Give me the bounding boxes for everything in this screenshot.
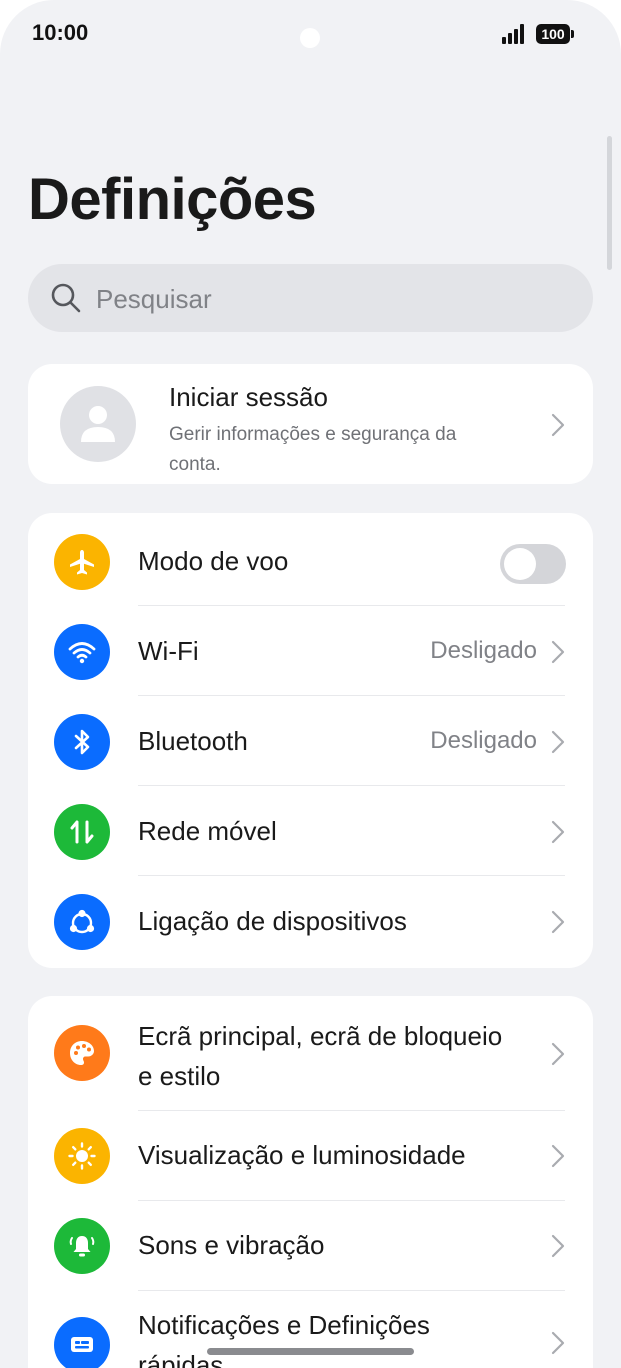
settings-row-notifications[interactable]: Notificações e Definições rápidas: [28, 1291, 593, 1368]
search-input[interactable]: Pesquisar: [28, 264, 593, 332]
bluetooth-status: Desligado: [430, 727, 537, 754]
sounds-vibration-label: Sons e vibração: [138, 1230, 325, 1260]
chevron-right-icon: [551, 910, 565, 934]
settings-screen: 10:00 100 Definições Pesquisar Iniciar s…: [0, 0, 621, 1368]
person-icon: [81, 406, 115, 442]
account-title: Iniciar sessão: [169, 382, 328, 412]
search-icon: [51, 283, 81, 313]
palette-icon: [54, 1025, 110, 1081]
settings-row-bluetooth[interactable]: Bluetooth Desligado: [28, 697, 593, 787]
bluetooth-label: Bluetooth: [138, 726, 248, 756]
status-bar: 10:00 100: [0, 0, 621, 70]
chevron-right-icon: [551, 640, 565, 664]
settings-row-airplane-mode[interactable]: Modo de voo: [28, 517, 593, 607]
airplane-mode-toggle[interactable]: [500, 544, 566, 584]
connectivity-card: Modo de voo Wi-Fi Desligado Bluetooth De…: [28, 513, 593, 968]
wifi-icon: [54, 624, 110, 680]
chevron-right-icon: [551, 413, 565, 437]
settings-row-home-screen-style[interactable]: Ecrã principal, ecrã de bloqueio e estil…: [28, 996, 593, 1110]
divider: [138, 605, 565, 606]
mobile-data-icon: [54, 804, 110, 860]
avatar: [60, 386, 136, 462]
battery-icon: 100: [536, 24, 570, 44]
notifications-label: Notificações e Definições rápidas: [138, 1310, 430, 1368]
toggle-knob: [504, 548, 536, 580]
signal-icon: [502, 24, 526, 49]
settings-row-sounds-vibration[interactable]: Sons e vibração: [28, 1201, 593, 1291]
home-screen-style-label: Ecrã principal, ecrã de bloqueio e estil…: [138, 1021, 503, 1091]
wifi-status: Desligado: [430, 637, 537, 664]
divider: [138, 785, 565, 786]
chevron-right-icon: [551, 820, 565, 844]
front-camera: [300, 28, 320, 48]
divider: [138, 695, 565, 696]
bell-icon: [54, 1218, 110, 1274]
search-placeholder: Pesquisar: [96, 284, 212, 314]
notification-icon: [54, 1317, 110, 1368]
airplane-mode-label: Modo de voo: [138, 546, 289, 576]
settings-row-mobile-network[interactable]: Rede móvel: [28, 787, 593, 877]
display-brightness-label: Visualização e luminosidade: [138, 1140, 466, 1170]
account-subtitle: Gerir informações e segurança da conta.: [169, 424, 457, 475]
bluetooth-icon: [54, 714, 110, 770]
chevron-right-icon: [551, 1042, 565, 1066]
page-title: Definições: [28, 167, 317, 232]
divider: [138, 875, 565, 876]
chevron-right-icon: [551, 1234, 565, 1258]
airplane-icon: [54, 534, 110, 590]
chevron-right-icon: [551, 1331, 565, 1355]
brightness-icon: [54, 1128, 110, 1184]
account-card[interactable]: Iniciar sessão Gerir informações e segur…: [28, 364, 593, 484]
chevron-right-icon: [551, 1144, 565, 1168]
settings-row-display-brightness[interactable]: Visualização e luminosidade: [28, 1111, 593, 1201]
device-connection-icon: [54, 894, 110, 950]
settings-row-device-connection[interactable]: Ligação de dispositivos: [28, 877, 593, 967]
chevron-right-icon: [551, 730, 565, 754]
settings-row-wifi[interactable]: Wi-Fi Desligado: [28, 607, 593, 697]
device-connection-label: Ligação de dispositivos: [138, 906, 407, 936]
mobile-network-label: Rede móvel: [138, 816, 277, 846]
wifi-label: Wi-Fi: [138, 636, 199, 666]
home-indicator[interactable]: [207, 1348, 414, 1355]
personalization-card: Ecrã principal, ecrã de bloqueio e estil…: [28, 996, 593, 1368]
battery-tip: [571, 30, 574, 38]
status-time: 10:00: [32, 20, 89, 45]
scrollbar[interactable]: [607, 136, 612, 270]
